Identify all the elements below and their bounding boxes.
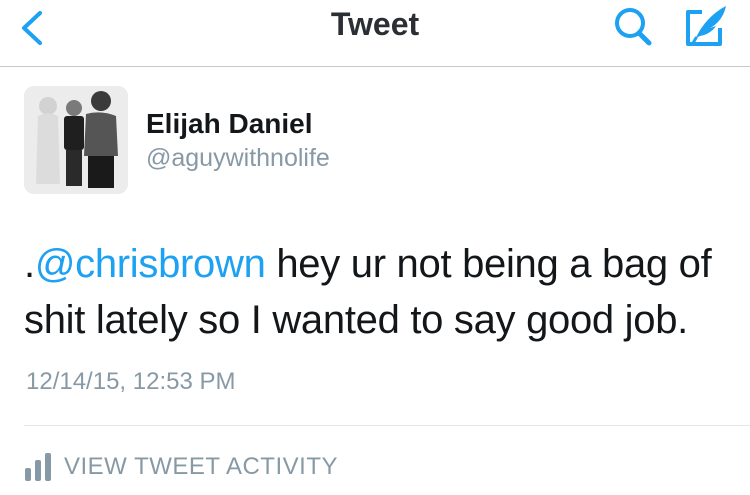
avatar[interactable] — [24, 86, 128, 194]
bar-chart-icon — [25, 453, 51, 481]
view-tweet-activity-label: VIEW TWEET ACTIVITY — [64, 453, 338, 480]
avatar-photo — [24, 86, 128, 194]
nav-bar: Tweet — [0, 0, 750, 67]
tweet-timestamp: 12/14/15, 12:53 PM — [26, 368, 236, 395]
tweet-text: .@chrisbrown hey ur not being a bag of s… — [24, 236, 734, 348]
mention-link[interactable]: @chrisbrown — [35, 242, 266, 286]
tweet-text-prefix: . — [24, 242, 35, 286]
view-tweet-activity-button[interactable]: VIEW TWEET ACTIVITY — [24, 450, 338, 484]
compose-quill-icon — [686, 6, 726, 46]
compose-tweet-button[interactable] — [680, 2, 732, 48]
search-button[interactable] — [610, 4, 658, 48]
author-handle[interactable]: @aguywithnolife — [146, 142, 330, 174]
author-name[interactable]: Elijah Daniel — [146, 107, 313, 141]
divider — [24, 425, 750, 426]
search-icon — [615, 8, 652, 46]
